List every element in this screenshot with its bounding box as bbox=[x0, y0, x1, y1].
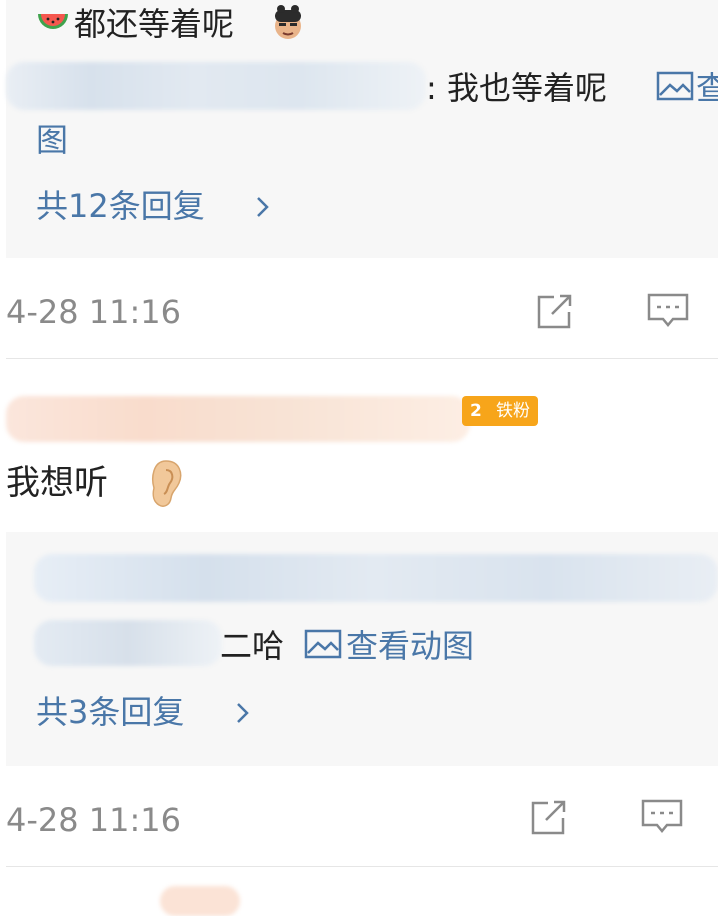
image-icon[interactable] bbox=[304, 628, 342, 660]
reply-count-link[interactable]: 共12条回复 bbox=[36, 190, 205, 222]
divider bbox=[6, 866, 718, 867]
reply-count-link[interactable]: 共3条回复 bbox=[36, 696, 184, 728]
timestamp: 4-28 11:16 bbox=[6, 801, 182, 839]
iron-fan-badge: 2 铁粉 bbox=[462, 396, 538, 426]
chevron-right-icon[interactable] bbox=[254, 194, 272, 220]
redacted-username bbox=[6, 396, 470, 442]
view-image-link[interactable]: 查 bbox=[696, 72, 718, 104]
ear-emoji-icon bbox=[146, 458, 186, 510]
redacted-username bbox=[34, 620, 222, 666]
watermelon-emoji-icon bbox=[36, 8, 70, 36]
sub-reply-text: 二哈 bbox=[220, 627, 285, 665]
view-gif-link[interactable]: 查看动图 bbox=[346, 630, 474, 662]
image-icon[interactable] bbox=[656, 70, 694, 102]
view-image-link-wrap[interactable]: 图 bbox=[36, 124, 68, 156]
top-reply-text: 都还等着呢 bbox=[74, 5, 235, 43]
character-emoji-icon bbox=[270, 4, 306, 42]
redacted-avatar bbox=[160, 886, 240, 916]
redacted-sub-reply-first-line bbox=[34, 554, 718, 602]
comment-text: 我想听 bbox=[6, 463, 108, 503]
badge-level: 2 bbox=[470, 401, 482, 421]
divider bbox=[6, 358, 718, 359]
comment-icon[interactable] bbox=[640, 798, 684, 838]
redacted-username bbox=[6, 62, 426, 110]
share-icon[interactable] bbox=[534, 292, 576, 332]
badge-label: 铁粉 bbox=[496, 401, 530, 421]
share-icon[interactable] bbox=[528, 798, 570, 838]
sub-reply-text: : 我也等着呢 bbox=[426, 69, 607, 107]
chevron-right-icon[interactable] bbox=[234, 700, 252, 726]
timestamp: 4-28 11:16 bbox=[6, 293, 182, 331]
comment-icon[interactable] bbox=[646, 292, 690, 332]
